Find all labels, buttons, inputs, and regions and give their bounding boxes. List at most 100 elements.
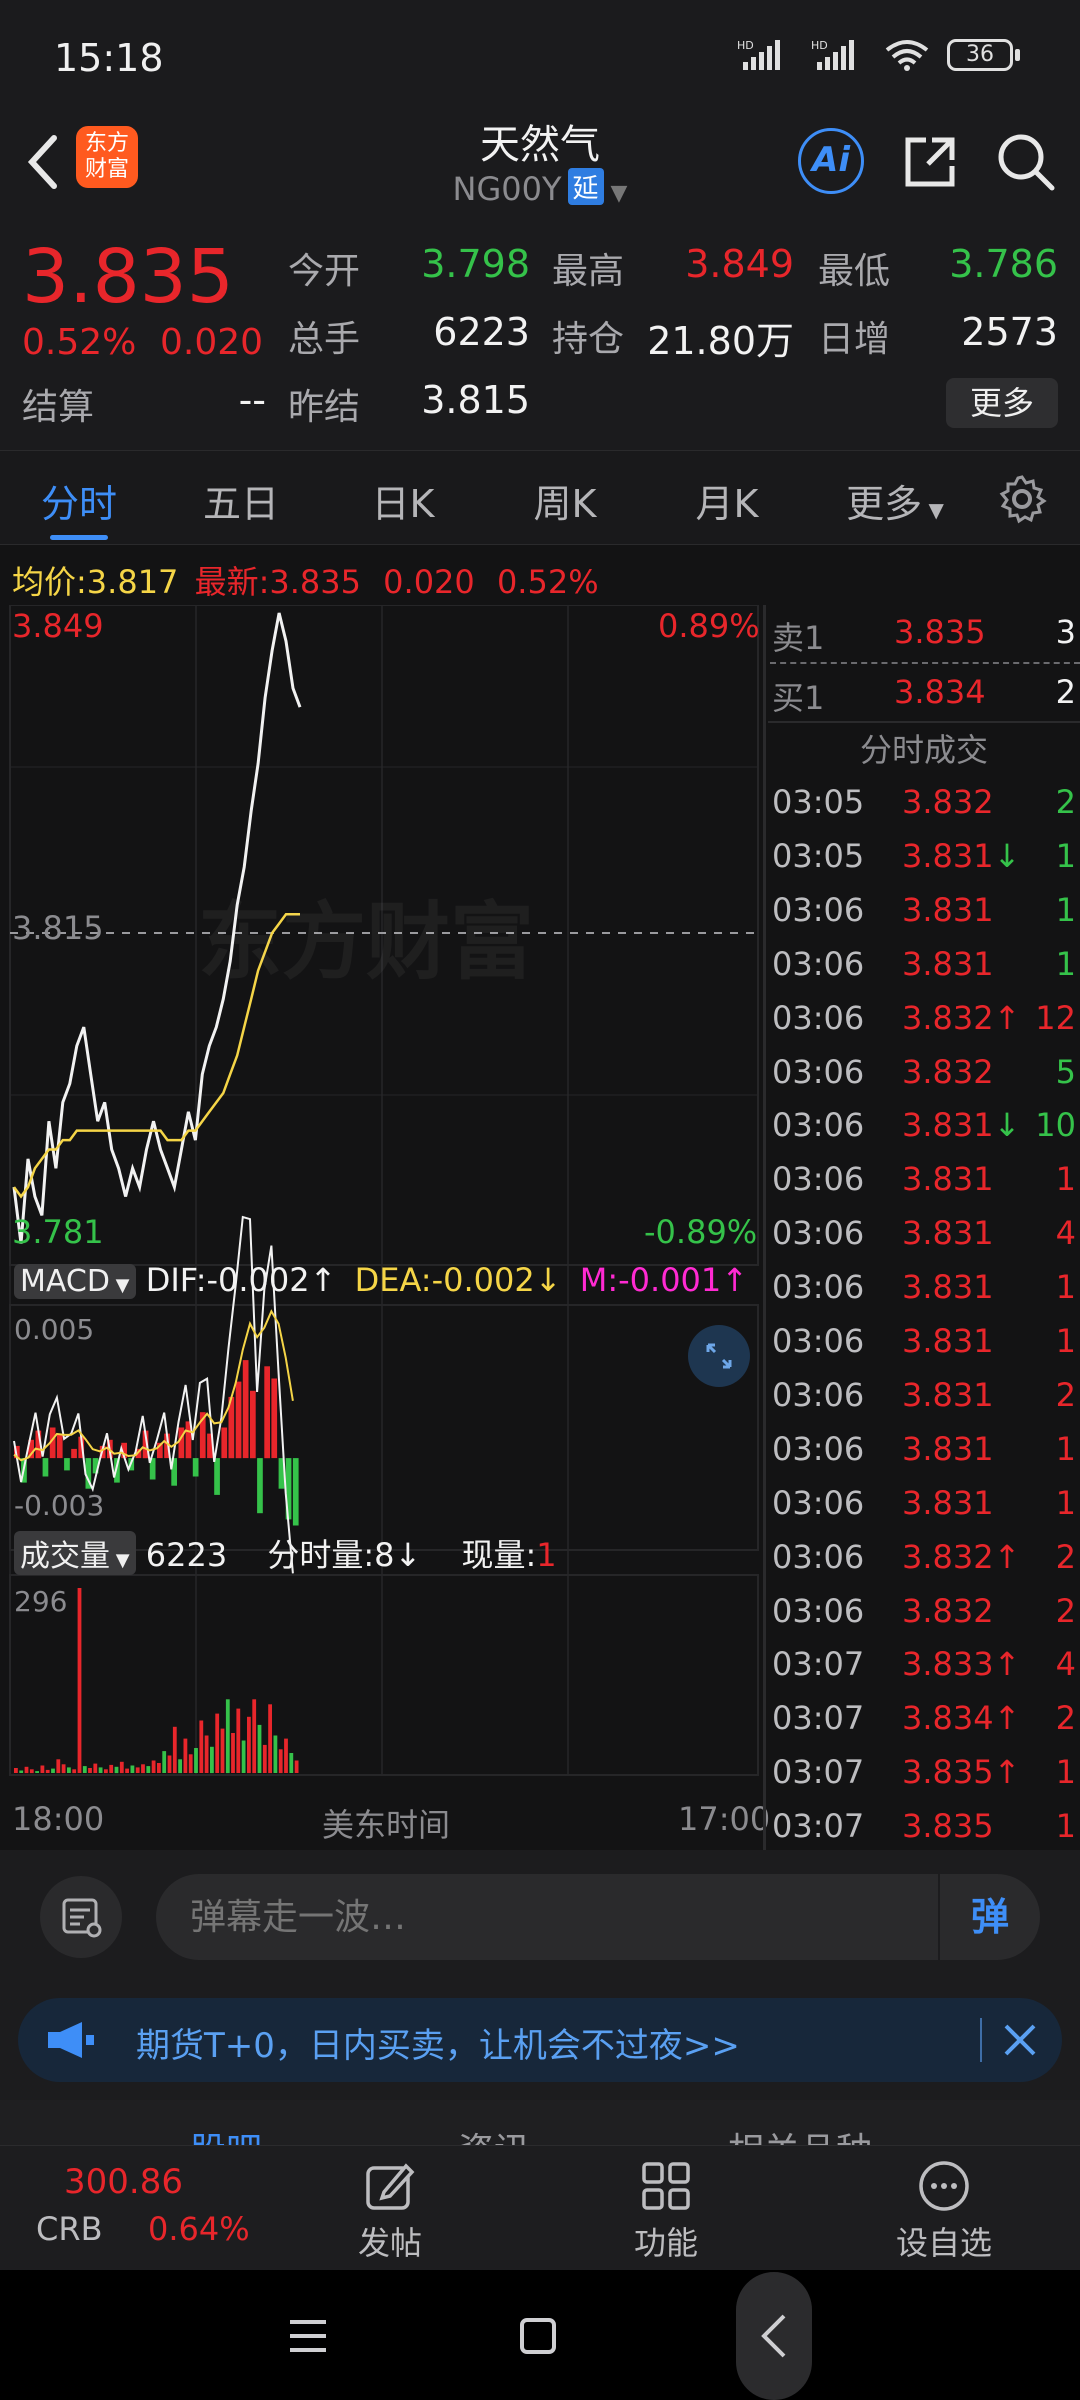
crb-value: 300.86 <box>64 2162 183 2202</box>
open-value: 3.798 <box>421 242 530 286</box>
comment-list-button[interactable] <box>40 1876 122 1958</box>
content-tabs: 股吧 资讯 相关品种 <box>0 2100 1080 2145</box>
tab-weekly-k[interactable]: 周K <box>500 473 630 528</box>
tick-qty: 5 <box>1055 1052 1076 1091</box>
tick-price-value: 3.835 <box>902 1807 994 1846</box>
high-value: 3.849 <box>685 242 794 286</box>
danmu-button[interactable]: 弹 <box>938 1874 1040 1960</box>
open-interest-value: 21.80万 <box>647 319 794 363</box>
tab-monthly-k[interactable]: 月K <box>662 473 792 528</box>
close-icon[interactable] <box>1000 2020 1040 2060</box>
back-nav-button[interactable] <box>736 2272 812 2400</box>
tick-row: 03:07 3.833↑ 4 <box>768 1637 1080 1689</box>
tick-time: 03:07 <box>772 1753 865 1792</box>
tick-qty: 2 <box>1055 1699 1076 1738</box>
tick-qty: 4 <box>1055 1214 1076 1253</box>
more-button[interactable]: 更多 <box>946 378 1058 428</box>
more-dots-icon <box>919 2161 969 2211</box>
tick-row: 03:06 3.832↑ 12 <box>768 991 1080 1043</box>
tick-price-value: 3.831 <box>902 836 994 875</box>
daily-increase-label: 日增 <box>818 319 891 360</box>
megaphone-icon <box>48 2022 94 2058</box>
volume-value: 6223 <box>433 310 530 354</box>
settle-value: -- <box>238 378 266 422</box>
high-label: 最高 <box>552 251 625 292</box>
share-icon[interactable] <box>900 132 960 192</box>
chevron-down-icon: ▼ <box>603 181 628 206</box>
arrow-up-icon: ↑ <box>993 1537 1021 1576</box>
post-button[interactable]: 发帖 <box>320 2146 460 2271</box>
bid-row: 买1 3.834 2 <box>768 665 1080 717</box>
prev-settle-label: 昨结 <box>288 387 361 428</box>
tick-price: 3.831 <box>902 1430 994 1468</box>
tick-time: 03:05 <box>772 783 865 821</box>
chart-area: 均价:3.817 最新:3.835 0.020 0.52% 3.849 0.89… <box>0 545 1080 1850</box>
crb-index[interactable]: 300.86 CRB 0.64% <box>20 2146 260 2271</box>
tab-related[interactable]: 相关品种 <box>728 2122 872 2145</box>
caret-down-icon: ▼ <box>922 498 944 522</box>
tick-row: 03:06 3.831 4 <box>768 1206 1080 1258</box>
tick-time: 03:07 <box>772 1699 865 1738</box>
tick-qty: 2 <box>1055 1375 1076 1414</box>
ticks-title: 分时成交 <box>859 731 988 769</box>
arrow-down-icon: ↓ <box>993 1106 1021 1145</box>
tick-row: 03:07 3.834↑ 2 <box>768 1691 1080 1743</box>
arrow-up-icon: ↑ <box>993 998 1021 1037</box>
tab-intraday[interactable]: 分时 <box>14 473 144 528</box>
period-tabs: 分时 五日 日K 周K 月K 更多 ▼ <box>0 450 1080 545</box>
tick-price-value: 3.831 <box>902 1268 994 1307</box>
tick-time: 03:06 <box>772 890 865 929</box>
tick-list[interactable]: 03:05 3.832 2 03:05 3.831↓ 1 03:06 3.831 1 03:06 3… <box>0 775 1080 1850</box>
change-percent: 0.52% <box>22 322 137 363</box>
tick-qty: 1 <box>1055 944 1076 983</box>
function-button[interactable]: 功能 <box>596 2146 736 2271</box>
status-time: 15:18 <box>54 36 164 80</box>
edit-icon <box>366 2163 415 2210</box>
svg-text:HD: HD <box>811 39 828 52</box>
watchlist-label: 设自选 <box>895 2224 992 2262</box>
search-icon[interactable] <box>994 130 1058 194</box>
tab-five-day[interactable]: 五日 <box>176 473 306 528</box>
ad-banner[interactable]: 期货T+0，日内买卖，让机会不过夜>> <box>18 1998 1062 2082</box>
tab-news[interactable]: 资讯 <box>458 2122 530 2145</box>
low-value: 3.786 <box>949 242 1058 286</box>
tick-price: 3.831 <box>902 1268 994 1306</box>
ai-button[interactable]: Ai <box>798 128 864 194</box>
latest-label: 最新: <box>194 563 270 601</box>
grid-icon <box>642 2162 690 2210</box>
crb-label: CRB <box>36 2210 103 2248</box>
tick-price-value: 3.831 <box>902 1160 994 1199</box>
tick-price: 3.835 <box>902 1807 994 1845</box>
danmu-input[interactable] <box>190 1892 950 1942</box>
tick-time: 03:06 <box>772 1483 865 1522</box>
tab-daily-k[interactable]: 日K <box>338 473 468 528</box>
battery-icon: 36 <box>947 39 1020 71</box>
tab-more[interactable]: 更多 ▼ <box>830 473 960 528</box>
home-icon[interactable] <box>518 2316 558 2356</box>
tick-price-value: 3.834 <box>902 1699 994 1738</box>
tab-active-indicator <box>50 535 108 540</box>
tick-price-value: 3.831 <box>902 1375 994 1414</box>
tick-qty: 1 <box>1055 890 1076 929</box>
tick-qty: 2 <box>1055 1591 1076 1630</box>
menu-icon[interactable] <box>286 2316 330 2356</box>
ask-label: 卖1 <box>772 619 825 657</box>
volume-label: 总手 <box>288 319 361 360</box>
tick-row: 03:06 3.831 1 <box>768 1422 1080 1474</box>
tick-price: 3.833↑ <box>902 1645 1020 1683</box>
tick-price-value: 3.832 <box>902 783 994 821</box>
function-label: 功能 <box>633 2224 698 2262</box>
add-watchlist-button[interactable]: 设自选 <box>874 2146 1014 2271</box>
tick-price-value: 3.831 <box>902 1322 994 1360</box>
wifi-icon <box>885 40 929 71</box>
tab-forum[interactable]: 股吧 <box>190 2122 262 2145</box>
tick-price-value: 3.831 <box>902 1483 994 1522</box>
tick-row: 03:06 3.832↑ 2 <box>768 1530 1080 1582</box>
tick-price: 3.834↑ <box>902 1699 1020 1737</box>
tick-price-value: 3.833 <box>902 1645 994 1684</box>
tick-price: 3.835↑ <box>902 1753 1020 1791</box>
tick-price-value: 3.831 <box>902 1214 994 1253</box>
tick-row: 03:05 3.832 2 <box>768 775 1080 827</box>
tick-price: 3.831 <box>902 1376 994 1414</box>
settings-gear-icon[interactable] <box>996 473 1048 525</box>
